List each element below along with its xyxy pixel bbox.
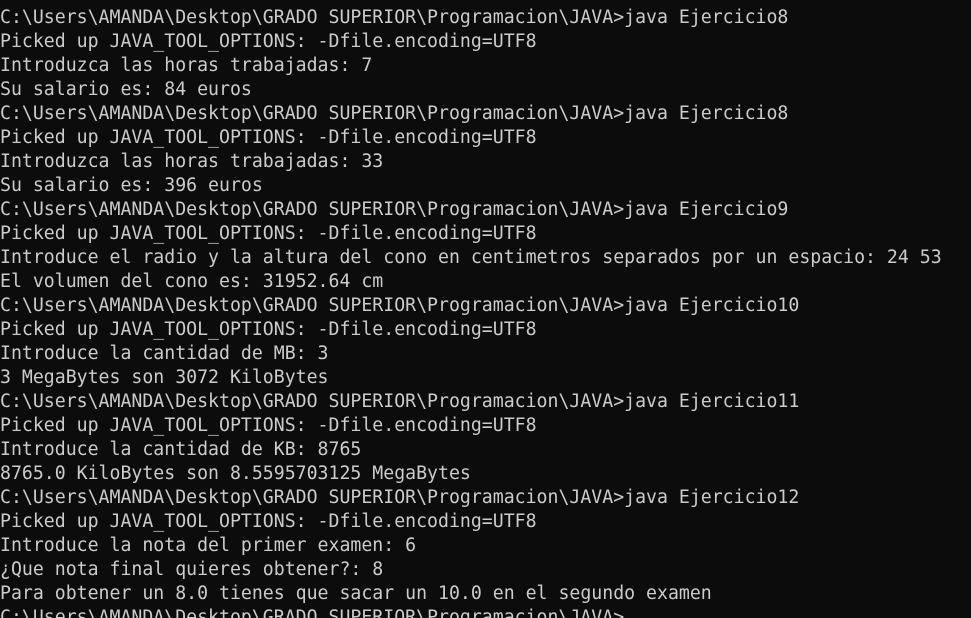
terminal-line: Picked up JAVA_TOOL_OPTIONS: -Dfile.enco… xyxy=(0,511,537,532)
terminal-line: C:\Users\AMANDA\Desktop\GRADO SUPERIOR\P… xyxy=(0,199,789,220)
terminal-line: El volumen del cono es: 31952.64 cm xyxy=(0,271,384,292)
terminal-window[interactable]: C:\Users\AMANDA\Desktop\GRADO SUPERIOR\P… xyxy=(0,0,971,618)
terminal-line: 8765.0 KiloBytes son 8.5595703125 MegaBy… xyxy=(0,463,471,484)
terminal-line: Introduzca las horas trabajadas: 7 xyxy=(0,55,373,76)
terminal-prompt-line[interactable]: C:\Users\AMANDA\Desktop\GRADO SUPERIOR\P… xyxy=(0,606,942,618)
terminal-line: C:\Users\AMANDA\Desktop\GRADO SUPERIOR\P… xyxy=(0,103,789,124)
terminal-line: Picked up JAVA_TOOL_OPTIONS: -Dfile.enco… xyxy=(0,127,537,148)
terminal-line: Picked up JAVA_TOOL_OPTIONS: -Dfile.enco… xyxy=(0,223,537,244)
terminal-line: Picked up JAVA_TOOL_OPTIONS: -Dfile.enco… xyxy=(0,319,537,340)
terminal-line: Introduce el radio y la altura del cono … xyxy=(0,247,942,268)
terminal-line: Picked up JAVA_TOOL_OPTIONS: -Dfile.enco… xyxy=(0,415,537,436)
terminal-line: Introduce la nota del primer examen: 6 xyxy=(0,535,417,556)
terminal-line: C:\Users\AMANDA\Desktop\GRADO SUPERIOR\P… xyxy=(0,391,800,412)
terminal-line: Picked up JAVA_TOOL_OPTIONS: -Dfile.enco… xyxy=(0,31,537,52)
terminal-line: ¿Que nota final quieres obtener?: 8 xyxy=(0,559,384,580)
terminal-line: Introduce la cantidad de KB: 8765 xyxy=(0,439,362,460)
terminal-line: Para obtener un 8.0 tienes que sacar un … xyxy=(0,583,712,604)
terminal-line: C:\Users\AMANDA\Desktop\GRADO SUPERIOR\P… xyxy=(0,487,800,508)
terminal-line: Introduce la cantidad de MB: 3 xyxy=(0,343,329,364)
terminal-output: C:\Users\AMANDA\Desktop\GRADO SUPERIOR\P… xyxy=(0,6,942,618)
terminal-line: Su salario es: 396 euros xyxy=(0,175,263,196)
terminal-line: 3 MegaBytes son 3072 KiloBytes xyxy=(0,367,329,388)
terminal-line: Su salario es: 84 euros xyxy=(0,79,252,100)
terminal-line: Introduzca las horas trabajadas: 33 xyxy=(0,151,384,172)
terminal-line: C:\Users\AMANDA\Desktop\GRADO SUPERIOR\P… xyxy=(0,7,789,28)
terminal-line: C:\Users\AMANDA\Desktop\GRADO SUPERIOR\P… xyxy=(0,295,800,316)
